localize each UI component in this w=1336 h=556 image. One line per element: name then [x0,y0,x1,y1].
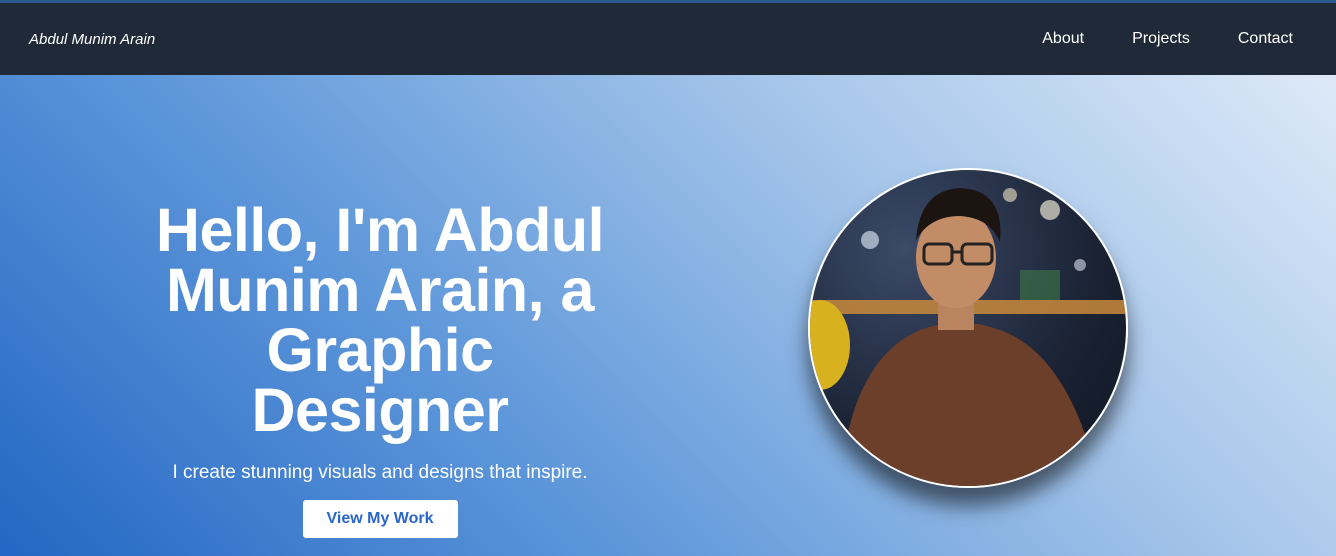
nav-link-projects[interactable]: Projects [1132,30,1190,48]
hero-title: Hello, I'm Abdul Munim Arain, a Graphic … [155,196,605,444]
hero-section: Hello, I'm Abdul Munim Arain, a Graphic … [0,75,1336,556]
hero-text: Hello, I'm Abdul Munim Arain, a Graphic … [130,200,630,538]
brand-name[interactable]: Abdul Munim Arain [29,31,155,48]
profile-photo-illustration [810,188,1126,486]
nav-link-contact[interactable]: Contact [1238,30,1293,48]
nav-link-about[interactable]: About [1042,30,1084,48]
hero-subtitle: I create stunning visuals and designs th… [172,462,588,483]
profile-photo [808,168,1128,488]
navbar: Abdul Munim Arain About Projects Contact [0,3,1336,75]
view-my-work-button[interactable]: View My Work [302,500,458,538]
nav-links: About Projects Contact [994,30,1293,48]
